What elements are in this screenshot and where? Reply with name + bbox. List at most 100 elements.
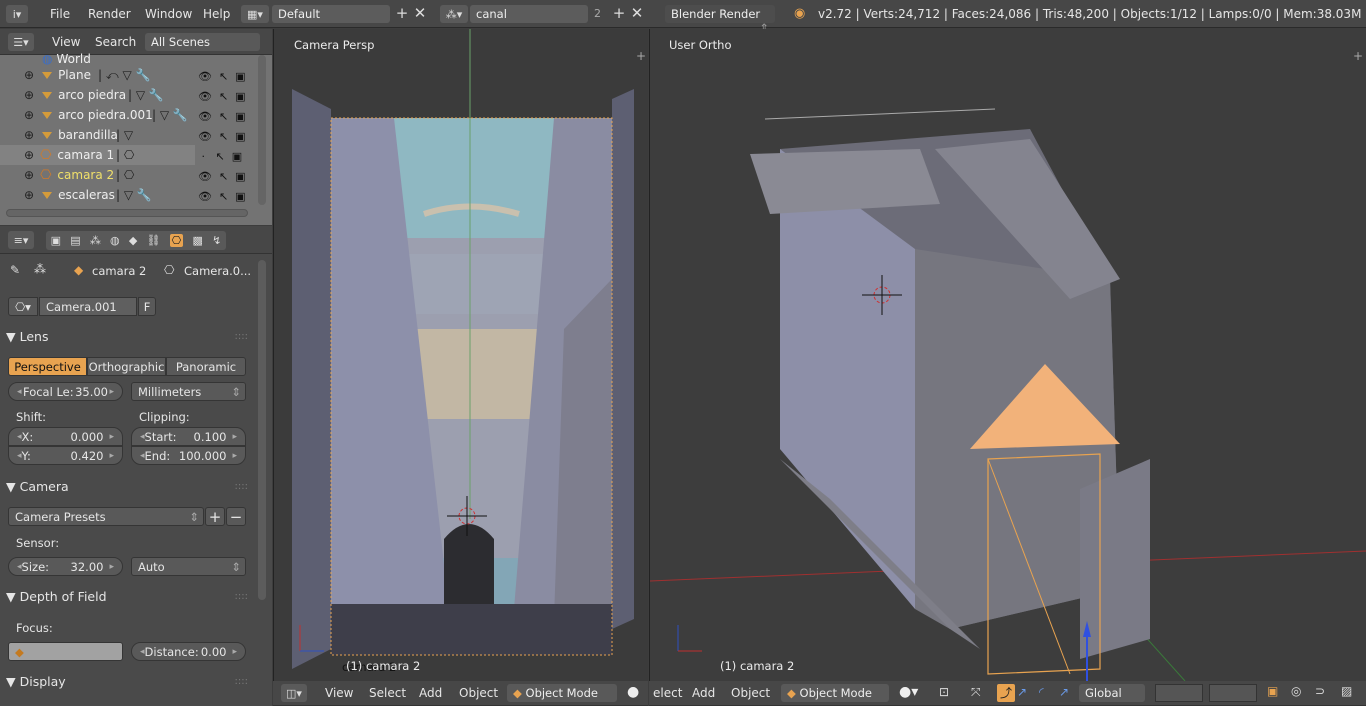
right-add-menu[interactable]: Add bbox=[692, 686, 715, 700]
camera-presets-select[interactable]: Camera Presets ⇕ bbox=[8, 507, 204, 526]
lens-type-perspective[interactable]: Perspective bbox=[8, 357, 87, 376]
outliner-search-menu[interactable]: Search bbox=[95, 35, 136, 49]
outliner-hscrollbar[interactable] bbox=[6, 209, 248, 217]
expand-icon[interactable]: ⊕ bbox=[24, 88, 34, 102]
left-add-menu[interactable]: Add bbox=[419, 686, 442, 700]
pin-icon[interactable]: ✎ bbox=[10, 263, 20, 277]
restriction-columns[interactable]: 👁 ↖ ▣ 👁 ↖ ▣ 👁 ↖ ▣ 👁 ↖ ▣ · ↖ ▣ 👁 ↖ ▣ 👁 ↖ … bbox=[198, 67, 254, 207]
properties-editor-icon[interactable]: ≡▾ bbox=[8, 231, 34, 249]
scene-statistics: v2.72 | Verts:24,712 | Faces:24,086 | Tr… bbox=[818, 7, 1366, 21]
object-tab-icon[interactable]: ◆ bbox=[129, 234, 137, 247]
rotate-manipulator-icon[interactable]: ↗ bbox=[1017, 685, 1027, 699]
restrict-row: 👁 ↖ ▣ bbox=[198, 130, 246, 143]
expand-icon[interactable]: ⊕ bbox=[24, 128, 34, 142]
remove-scene-button[interactable]: ✕ bbox=[629, 6, 645, 22]
menu-render[interactable]: Render bbox=[79, 7, 140, 21]
clip-start-field[interactable]: ◂ Start: 0.100 ▸ bbox=[131, 427, 246, 446]
expand-icon[interactable]: ⊕ bbox=[24, 108, 34, 122]
properties-context-tabs[interactable]: ▣ ▤ ⁂ ◍ ◆ ⛓ ⎔ ▩ ↯ bbox=[46, 231, 226, 250]
shift-y-field[interactable]: ◂ Y: 0.420 ▸ bbox=[8, 446, 123, 465]
expand-icon[interactable]: ⊕ bbox=[24, 148, 34, 162]
transform-icon[interactable]: ↗ bbox=[1059, 685, 1069, 699]
camera-panel-header[interactable]: ▼ Camera:::: bbox=[6, 475, 248, 497]
physics-tab-icon[interactable]: ↯ bbox=[212, 234, 221, 247]
scene-icon[interactable]: ⁂▾ bbox=[440, 5, 468, 23]
camera-viewport[interactable]: Camera Persp camara 2 (1) camara 2 + bbox=[273, 29, 648, 681]
focus-distance-field[interactable]: ◂ Distance: 0.00 ▸ bbox=[131, 642, 246, 661]
screen-layout-field[interactable]: Default bbox=[272, 5, 390, 23]
drag-handle-icon[interactable]: :::: bbox=[235, 591, 248, 602]
drag-handle-icon[interactable]: :::: bbox=[235, 481, 248, 492]
render-engine-select[interactable]: Blender Render ⇕ bbox=[665, 5, 775, 35]
info-editor-icon[interactable]: i▾ bbox=[6, 5, 28, 23]
right-select-menu[interactable]: elect bbox=[653, 686, 682, 700]
shading-solid-icon[interactable]: ●▾ bbox=[899, 684, 918, 700]
object-data-tab-icon[interactable]: ⎔ bbox=[169, 234, 184, 247]
render-layers-tab-icon[interactable]: ▤ bbox=[70, 234, 80, 247]
scene-tab-icon[interactable]: ⁂ bbox=[90, 234, 101, 247]
viewport-corner-plus-icon[interactable]: + bbox=[636, 49, 646, 63]
drag-handle-icon[interactable]: :::: bbox=[235, 331, 248, 342]
pivot-point-icon[interactable]: ⊡ bbox=[939, 685, 949, 699]
expand-icon[interactable]: ⊕ bbox=[24, 168, 34, 182]
user-ortho-viewport[interactable]: User Ortho (1) camara 2 + bbox=[649, 29, 1366, 681]
outliner-scrollbar[interactable] bbox=[258, 55, 266, 205]
camera-datablock-name[interactable]: Camera.001 bbox=[39, 297, 137, 316]
world-tab-icon[interactable]: ◍ bbox=[110, 234, 120, 247]
add-preset-button[interactable]: + bbox=[205, 507, 225, 526]
left-object-menu[interactable]: Object bbox=[459, 686, 498, 700]
left-view-menu[interactable]: View bbox=[325, 686, 353, 700]
sensor-fit-select[interactable]: Auto ⇕ bbox=[131, 557, 246, 576]
proportional-edit-icon[interactable]: ◎ bbox=[1291, 684, 1301, 698]
render-tab-icon[interactable]: ▣ bbox=[51, 234, 61, 247]
shading-solid-icon[interactable]: ● bbox=[627, 684, 639, 700]
expand-icon[interactable]: ⊕ bbox=[24, 188, 34, 202]
expand-icon[interactable]: ⊕ bbox=[24, 68, 34, 82]
focus-object-field[interactable]: ◆ bbox=[8, 642, 123, 661]
increment-arrow-icon[interactable]: ▸ bbox=[109, 387, 114, 397]
drag-handle-icon[interactable]: :::: bbox=[235, 676, 248, 687]
lens-panel-header[interactable]: ▼ Lens:::: bbox=[6, 325, 248, 347]
translate-manipulator-icon[interactable]: ⤴ bbox=[997, 684, 1015, 702]
snap-icon[interactable]: ⊃ bbox=[1315, 684, 1325, 698]
constraints-tab-icon[interactable]: ⛓ bbox=[147, 234, 161, 247]
screen-layout-icon[interactable]: ▦▾ bbox=[241, 5, 269, 23]
lens-type-orthographic[interactable]: Orthographic bbox=[87, 357, 166, 376]
left-select-menu[interactable]: Select bbox=[369, 686, 406, 700]
sensor-size-field[interactable]: ◂ Size: 32.00 ▸ bbox=[8, 557, 123, 576]
scale-manipulator-icon[interactable]: ◜ bbox=[1039, 685, 1044, 699]
viewport-corner-plus-icon[interactable]: + bbox=[1353, 49, 1363, 63]
fake-user-button[interactable]: F bbox=[138, 297, 156, 316]
layer-buttons-2[interactable] bbox=[1209, 684, 1257, 702]
lock-layer-icon[interactable]: ▣ bbox=[1267, 684, 1278, 698]
menu-file[interactable]: File bbox=[41, 7, 79, 21]
3d-view-editor-icon[interactable]: ◫▾ bbox=[281, 684, 307, 702]
display-panel-header[interactable]: ▼ Display:::: bbox=[6, 670, 248, 692]
left-mode-select[interactable]: ◆ Object Mode bbox=[507, 684, 617, 702]
dof-panel-header[interactable]: ▼ Depth of Field:::: bbox=[6, 585, 248, 607]
layer-buttons[interactable] bbox=[1155, 684, 1203, 702]
right-mode-select[interactable]: ◆ Object Mode bbox=[781, 684, 889, 702]
outliner-view-menu[interactable]: View bbox=[52, 35, 80, 49]
lens-type-panoramic[interactable]: Panoramic bbox=[166, 357, 246, 376]
manipulator-toggle-icon[interactable]: ⤧ bbox=[971, 685, 981, 700]
remove-layout-button[interactable]: ✕ bbox=[412, 6, 428, 22]
clip-end-field[interactable]: ◂ End: 100.000 ▸ bbox=[131, 446, 246, 465]
lens-unit-select[interactable]: Millimeters ⇕ bbox=[131, 382, 246, 401]
outliner-item-camara-1[interactable]: ⊕ ⎔ camara 1 | ⎔ bbox=[0, 145, 195, 165]
menu-help[interactable]: Help bbox=[194, 7, 239, 21]
add-layout-button[interactable]: + bbox=[394, 6, 410, 22]
transform-orientation-select[interactable]: Global bbox=[1079, 684, 1145, 702]
menu-window[interactable]: Window bbox=[136, 7, 201, 21]
remove-preset-button[interactable]: − bbox=[226, 507, 246, 526]
add-scene-button[interactable]: + bbox=[611, 6, 627, 22]
focal-length-field[interactable]: ◂ Focal Le: 35.00 ▸ bbox=[8, 382, 123, 401]
camera-datablock-browse[interactable]: ⎔▾ bbox=[8, 297, 38, 316]
texture-tab-icon[interactable]: ▩ bbox=[192, 234, 202, 247]
scene-field[interactable]: canal bbox=[470, 5, 588, 23]
shift-x-field[interactable]: ◂ X: 0.000 ▸ bbox=[8, 427, 123, 446]
snap-element-icon[interactable]: ▨ bbox=[1341, 684, 1352, 698]
decrement-arrow-icon[interactable]: ◂ bbox=[17, 387, 22, 397]
right-object-menu[interactable]: Object bbox=[731, 686, 770, 700]
properties-scrollbar[interactable] bbox=[258, 260, 266, 600]
